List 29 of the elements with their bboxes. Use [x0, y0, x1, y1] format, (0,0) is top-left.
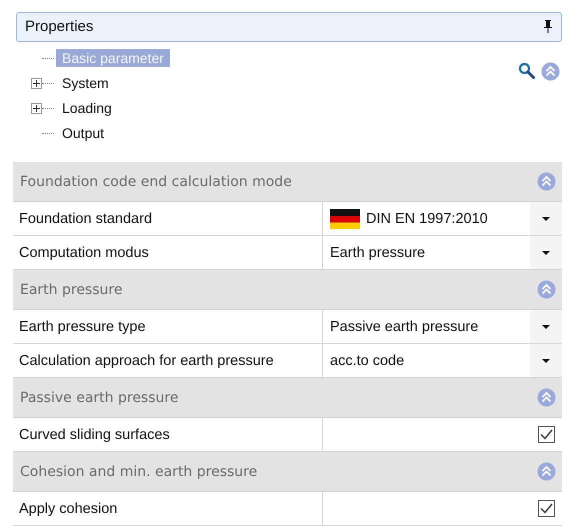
- checkbox[interactable]: [538, 500, 555, 517]
- property-label: Earth pressure type: [18, 318, 147, 334]
- tree-item[interactable]: Loading: [56, 99, 118, 118]
- property-label: Calculation approach for earth pressure: [18, 352, 275, 368]
- search-icon[interactable]: [518, 62, 535, 79]
- property-label: Foundation standard: [18, 210, 154, 226]
- property-label: Computation modus: [18, 244, 150, 260]
- value-dropdown[interactable]: Passive earth pressure: [330, 310, 562, 343]
- checkbox[interactable]: [538, 426, 555, 443]
- caret-icon: [542, 216, 550, 220]
- property-label: Apply cohesion: [18, 500, 118, 516]
- flag-icon: [330, 208, 360, 228]
- pin-icon[interactable]: [543, 20, 553, 34]
- value-dropdown[interactable]: Earth pressure: [330, 236, 562, 269]
- tree-item[interactable]: System: [56, 74, 115, 92]
- section-title: Cohesion and min. earth pressure: [20, 464, 258, 480]
- section-title: Earth pressure: [20, 282, 122, 298]
- expand-icon[interactable]: [31, 102, 42, 114]
- caret-icon: [542, 324, 550, 328]
- caret-icon: [542, 250, 550, 254]
- value-dropdown[interactable]: acc.to code: [330, 344, 562, 377]
- value-dropdown[interactable]: DIN EN 1997:2010: [330, 202, 562, 235]
- panel-title: Properties: [25, 18, 94, 36]
- section-title: Passive earth pressure: [20, 390, 178, 406]
- tree-item[interactable]: Output: [56, 124, 110, 142]
- caret-icon: [542, 358, 550, 362]
- property-label: Curved sliding surfaces: [18, 426, 171, 442]
- expand-icon[interactable]: [31, 78, 42, 89]
- section-title: Foundation code end calculation mode: [20, 174, 292, 190]
